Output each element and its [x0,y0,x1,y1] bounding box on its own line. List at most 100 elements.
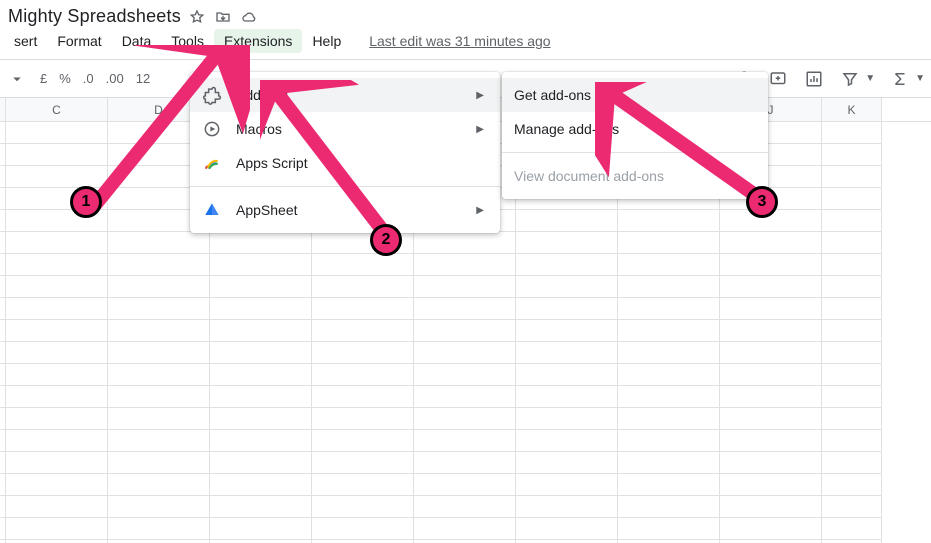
cell[interactable] [6,496,108,518]
cell[interactable] [210,452,312,474]
cell[interactable] [312,408,414,430]
cloud-status-icon[interactable] [239,7,259,27]
menu-item-manage-addons[interactable]: Manage add-ons [502,112,768,146]
cell[interactable] [822,408,882,430]
menu-item-apps-script[interactable]: Apps Script [190,146,500,180]
cell[interactable] [108,342,210,364]
cell[interactable] [720,518,822,540]
menu-insert[interactable]: sert [4,29,47,53]
cell[interactable] [414,364,516,386]
menu-help[interactable]: Help [302,29,351,53]
currency-button[interactable]: £ [40,71,47,86]
cell[interactable] [210,298,312,320]
cell[interactable] [6,430,108,452]
cell[interactable] [822,188,882,210]
cell[interactable] [6,122,108,144]
table-row[interactable] [0,474,931,496]
cell[interactable] [822,342,882,364]
cell[interactable] [6,298,108,320]
cell[interactable] [414,474,516,496]
cell[interactable] [516,342,618,364]
cell[interactable] [312,430,414,452]
menu-item-get-addons[interactable]: Get add-ons [502,78,768,112]
cell[interactable] [6,452,108,474]
cell[interactable] [516,210,618,232]
cell[interactable] [822,518,882,540]
menu-item-appsheet[interactable]: AppSheet ▶ [190,193,500,227]
table-row[interactable] [0,320,931,342]
cell[interactable] [822,298,882,320]
cell[interactable] [414,342,516,364]
cell[interactable] [516,320,618,342]
cell[interactable] [108,430,210,452]
document-title[interactable]: Mighty Spreadsheets [8,6,181,27]
menu-data[interactable]: Data [112,29,162,53]
cell[interactable] [822,144,882,166]
cell[interactable] [618,386,720,408]
cell[interactable] [210,364,312,386]
cell[interactable] [822,232,882,254]
cell[interactable] [822,320,882,342]
cell[interactable] [210,474,312,496]
cell[interactable] [108,386,210,408]
cell[interactable] [210,254,312,276]
move-to-folder-icon[interactable] [213,7,233,27]
table-row[interactable] [0,276,931,298]
table-row[interactable] [0,342,931,364]
cell[interactable] [720,430,822,452]
cell[interactable] [822,430,882,452]
cell[interactable] [516,364,618,386]
cell[interactable] [618,232,720,254]
cell[interactable] [6,518,108,540]
cell[interactable] [6,364,108,386]
cell[interactable] [210,386,312,408]
cell[interactable] [108,408,210,430]
table-row[interactable] [0,232,931,254]
cell[interactable] [312,452,414,474]
insert-chart-icon[interactable] [803,68,825,90]
cell[interactable] [210,276,312,298]
cell[interactable] [720,254,822,276]
cell[interactable] [516,496,618,518]
cell[interactable] [6,408,108,430]
cell[interactable] [108,298,210,320]
cell[interactable] [720,474,822,496]
cell[interactable] [414,320,516,342]
table-row[interactable] [0,452,931,474]
cell[interactable] [108,518,210,540]
table-row[interactable] [0,298,931,320]
cell[interactable] [618,408,720,430]
table-row[interactable] [0,430,931,452]
cell[interactable] [822,254,882,276]
cell[interactable] [822,166,882,188]
cell[interactable] [516,298,618,320]
cell[interactable] [414,430,516,452]
cell[interactable] [210,430,312,452]
cell[interactable] [6,166,108,188]
cell[interactable] [6,342,108,364]
cell[interactable] [618,210,720,232]
cell[interactable] [108,364,210,386]
cell[interactable] [618,276,720,298]
menu-extensions[interactable]: Extensions [214,29,302,53]
cell[interactable] [414,232,516,254]
cell[interactable] [414,386,516,408]
cell[interactable] [414,408,516,430]
cell[interactable] [210,342,312,364]
menu-item-addons[interactable]: Add-ons ▶ [190,78,500,112]
cell[interactable] [312,364,414,386]
table-row[interactable] [0,518,931,540]
cell[interactable] [720,342,822,364]
cell[interactable] [720,320,822,342]
filter-dropdown-icon[interactable]: ▼ [865,73,875,84]
cell[interactable] [720,386,822,408]
cell[interactable] [312,342,414,364]
cell[interactable] [414,496,516,518]
cell[interactable] [822,386,882,408]
table-row[interactable] [0,408,931,430]
cell[interactable] [6,254,108,276]
cell[interactable] [618,518,720,540]
star-icon[interactable] [187,7,207,27]
cell[interactable] [6,386,108,408]
cell[interactable] [6,474,108,496]
